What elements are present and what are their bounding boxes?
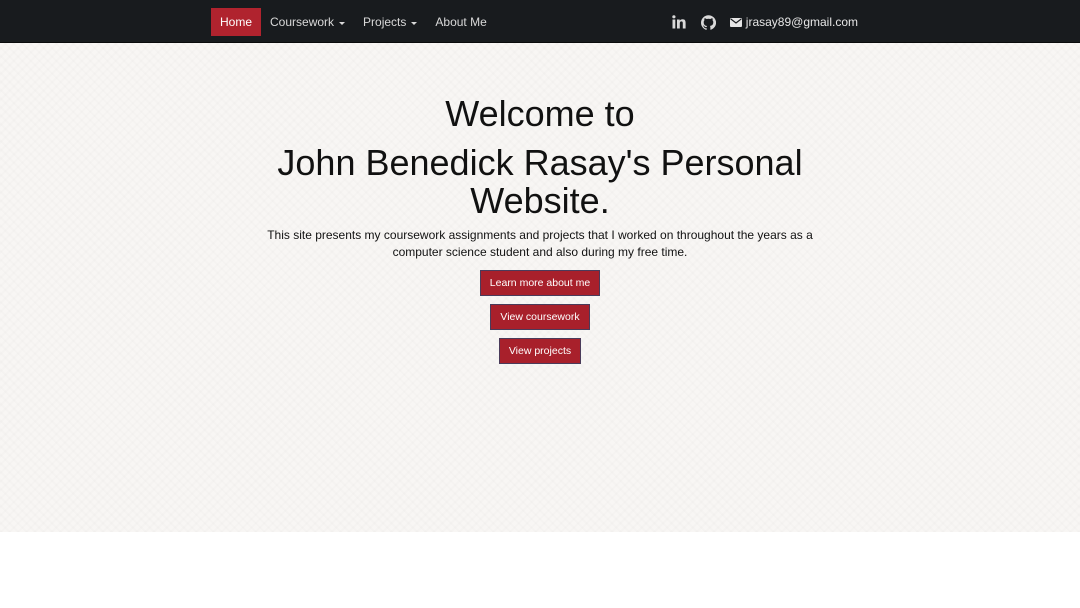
nav-coursework-label: Coursework (270, 15, 335, 29)
nav-projects[interactable]: Projects (354, 8, 426, 36)
email-address: jrasay89@gmail.com (745, 15, 858, 29)
nav-about-me[interactable]: About Me (426, 8, 495, 36)
linkedin-icon[interactable] (670, 13, 688, 31)
nav-about-me-label: About Me (435, 15, 487, 29)
hero-content: Welcome to John Benedick Rasay's Persona… (260, 94, 820, 372)
github-icon[interactable] (700, 13, 718, 31)
nav-home-label: Home (220, 15, 253, 29)
hero-section: Welcome to John Benedick Rasay's Persona… (0, 43, 1080, 532)
nav-menu: Home Coursework Projects About Me (211, 8, 496, 36)
caret-down-icon (339, 21, 346, 25)
caret-down-icon (411, 21, 418, 25)
learn-more-button[interactable]: Learn more about me (479, 270, 601, 296)
nav-projects-label: Projects (363, 15, 407, 29)
nav-home[interactable]: Home (211, 8, 262, 36)
button-row: View projects (260, 338, 820, 372)
button-row: Learn more about me (260, 270, 820, 304)
top-navbar: Home Coursework Projects About Me jrasay… (0, 0, 1080, 43)
view-coursework-button[interactable]: View coursework (490, 304, 590, 330)
site-title: John Benedick Rasay's Personal Website. (277, 142, 803, 221)
envelope-icon (729, 17, 742, 27)
nav-social: jrasay89@gmail.com (658, 8, 858, 36)
intro-text: This site presents my coursework assignm… (267, 228, 813, 259)
nav-coursework[interactable]: Coursework (261, 8, 354, 36)
welcome-heading: Welcome to (445, 93, 635, 134)
button-row: View coursework (260, 304, 820, 338)
email-link[interactable]: jrasay89@gmail.com (729, 15, 858, 29)
view-projects-button[interactable]: View projects (498, 338, 582, 364)
